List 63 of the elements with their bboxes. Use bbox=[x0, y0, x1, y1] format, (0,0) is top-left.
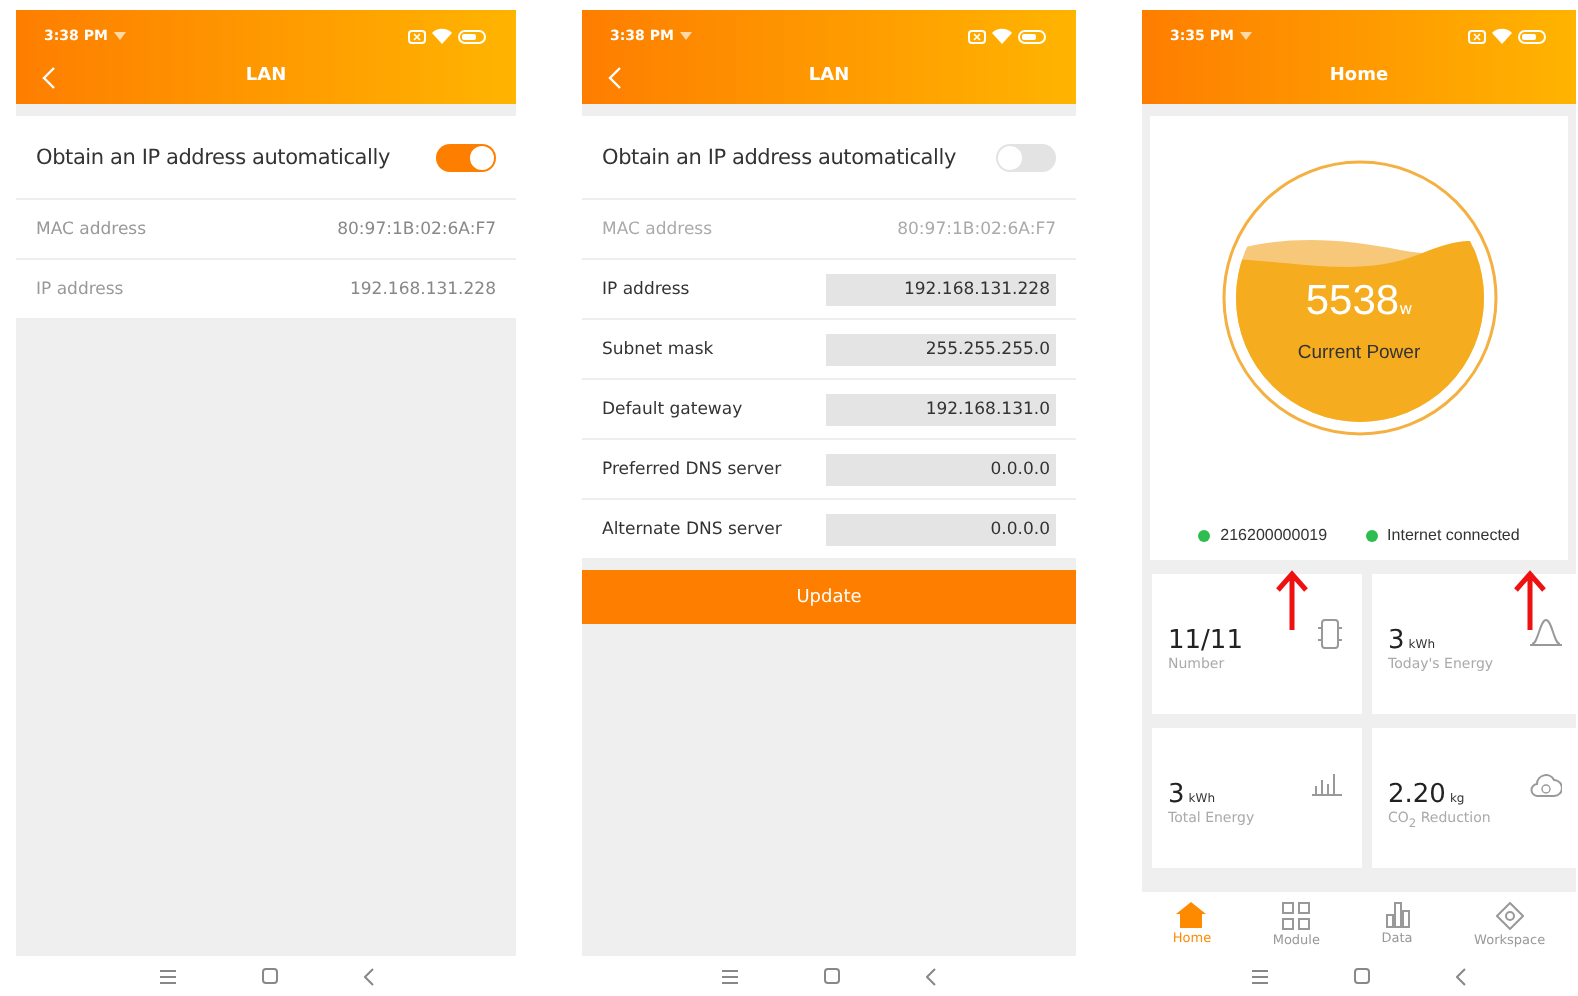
field-value: 80:97:1B:02:6A:F7 bbox=[897, 219, 1056, 239]
arrow-drawing bbox=[1276, 570, 1308, 630]
back-icon[interactable] bbox=[926, 967, 936, 985]
input-field[interactable]: 0.0.0.0 bbox=[826, 513, 1056, 545]
home-icon bbox=[1176, 902, 1207, 928]
stat-value: 11/11 bbox=[1168, 626, 1243, 656]
menu-icon[interactable] bbox=[722, 969, 738, 983]
battery-icon bbox=[1518, 29, 1548, 43]
sim-icon bbox=[968, 29, 986, 43]
field-label: Alternate DNS server bbox=[602, 519, 782, 539]
diamond-icon bbox=[1495, 901, 1524, 929]
input-field[interactable]: 255.255.255.0 bbox=[826, 333, 1056, 365]
input-field[interactable]: 192.168.131.0 bbox=[826, 393, 1056, 425]
field-label: MAC address bbox=[36, 219, 147, 239]
menu-icon[interactable] bbox=[159, 969, 175, 983]
power-unit: w bbox=[1399, 300, 1413, 318]
input-field[interactable]: 0.0.0.0 bbox=[826, 453, 1056, 485]
toggle-switch[interactable] bbox=[996, 143, 1056, 171]
field-label: Subnet mask bbox=[602, 339, 714, 359]
signal-icon bbox=[113, 30, 126, 42]
back-icon[interactable] bbox=[1456, 967, 1466, 985]
input-field[interactable]: 192.168.131.228 bbox=[826, 273, 1056, 305]
status-text: 216200000019 bbox=[1220, 526, 1328, 544]
stat-value: 2.20 bbox=[1388, 780, 1446, 810]
cloud-icon bbox=[1530, 772, 1562, 798]
power-label: Current Power bbox=[1295, 342, 1423, 364]
curve-icon bbox=[1530, 618, 1562, 646]
wifi-icon bbox=[992, 28, 1012, 44]
toggle-switch[interactable] bbox=[436, 143, 496, 171]
home-button-icon[interactable] bbox=[261, 968, 277, 984]
field-label: IP address bbox=[36, 279, 124, 299]
home-button-icon[interactable] bbox=[824, 968, 840, 984]
status-text: Internet connected bbox=[1387, 526, 1520, 544]
screen-title: Home bbox=[1329, 66, 1389, 86]
arrow-drawing bbox=[1514, 570, 1546, 630]
screen-title: LAN bbox=[808, 66, 850, 86]
field-value: 192.168.131.228 bbox=[349, 279, 496, 299]
grid-icon bbox=[1282, 901, 1311, 929]
wifi-icon bbox=[1492, 28, 1512, 44]
wifi-icon bbox=[432, 28, 452, 44]
bar-chart-icon bbox=[1383, 902, 1412, 928]
module-icon bbox=[1318, 618, 1342, 650]
signal-icon bbox=[679, 30, 692, 42]
stat-value: 3 bbox=[1388, 626, 1405, 656]
signal-icon bbox=[1239, 30, 1252, 42]
screen-title: LAN bbox=[245, 66, 287, 86]
field-label: MAC address bbox=[602, 219, 713, 239]
sim-icon bbox=[1468, 29, 1486, 43]
menu-icon[interactable] bbox=[1252, 969, 1268, 983]
sim-icon bbox=[408, 29, 426, 43]
stat-value: 3 bbox=[1168, 780, 1185, 810]
field-label: IP address bbox=[602, 279, 690, 299]
back-icon[interactable] bbox=[363, 967, 373, 985]
field-value: 80:97:1B:02:6A:F7 bbox=[337, 219, 496, 239]
field-label: Default gateway bbox=[602, 399, 743, 419]
bar-chart-icon bbox=[1312, 772, 1342, 796]
home-button-icon[interactable] bbox=[1354, 968, 1370, 984]
battery-icon bbox=[458, 29, 488, 43]
setting-label: Obtain an IP address automatically bbox=[36, 145, 390, 169]
field-label: Preferred DNS server bbox=[602, 459, 782, 479]
battery-icon bbox=[1018, 29, 1048, 43]
power-value: 5538 bbox=[1305, 278, 1400, 324]
setting-label: Obtain an IP address automatically bbox=[602, 145, 956, 169]
